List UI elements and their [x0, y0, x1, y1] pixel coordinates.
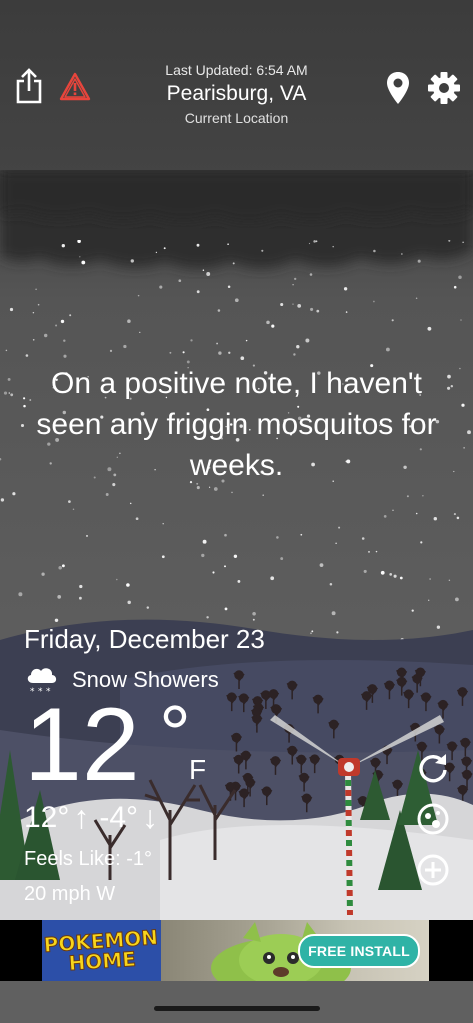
- high-low-row: 12° ↑ -4° ↓: [24, 799, 324, 836]
- settings-button[interactable]: [426, 70, 462, 106]
- ad-brand-text: POKEMON HOME: [42, 924, 159, 975]
- add-location-button[interactable]: [415, 852, 451, 888]
- gear-icon: [428, 72, 460, 104]
- arrow-down-icon: ↓: [142, 799, 159, 835]
- ad-logo: POKEMON HOME: [42, 920, 161, 981]
- radar-icon: [417, 803, 449, 835]
- arrow-up-icon: ↑: [73, 799, 90, 835]
- weather-quote: On a positive note, I haven't seen any f…: [36, 367, 437, 482]
- current-location-label: Current Location: [184, 110, 289, 126]
- temperature-block: 12 ° F: [24, 689, 324, 799]
- current-temperature: 12: [24, 687, 140, 803]
- radar-button[interactable]: [415, 801, 451, 837]
- current-conditions: Friday, December 23 * * * Snow Showers 1…: [24, 624, 324, 906]
- high-temperature: 12°: [24, 800, 70, 834]
- locations-button[interactable]: [384, 70, 412, 106]
- top-bar: Last Updated: 6:54 AM Pearisburg, VA Cur…: [0, 0, 473, 130]
- low-temperature: -4°: [99, 800, 139, 834]
- refresh-button[interactable]: [415, 750, 451, 786]
- bottom-bar: [0, 981, 473, 1023]
- ad-creative[interactable]: POKEMON HOME FREE INSTALL: [42, 920, 429, 981]
- ad-install-button[interactable]: FREE INSTALL: [298, 934, 420, 968]
- forecast-date: Friday, December 23: [24, 624, 265, 654]
- map-pin-icon: [387, 72, 409, 104]
- wind-speed: 20 mph W: [24, 883, 116, 905]
- degree-symbol: °: [159, 689, 191, 778]
- plus-circle-icon: [417, 854, 449, 886]
- refresh-icon: [419, 754, 447, 783]
- ad-banner[interactable]: POKEMON HOME FREE INSTALL: [0, 920, 473, 981]
- temperature-unit: F: [189, 754, 207, 785]
- feels-like: Feels Like: -1°: [24, 848, 153, 870]
- home-indicator[interactable]: [154, 1006, 320, 1011]
